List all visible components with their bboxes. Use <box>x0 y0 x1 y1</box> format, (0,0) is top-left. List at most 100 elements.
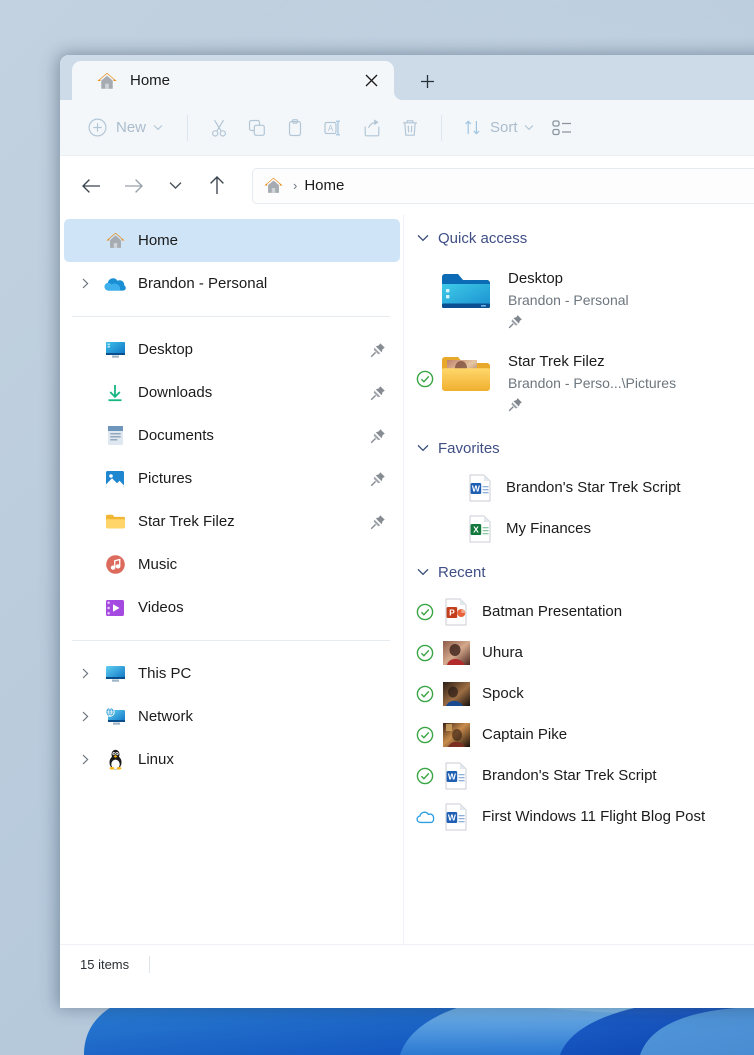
item-name: Batman Presentation <box>482 603 623 620</box>
item-name: Desktop <box>508 270 564 287</box>
window-body: Home Brandon - Personal Desktop Download… <box>60 215 754 944</box>
cut-button[interactable] <box>200 111 238 145</box>
sidebar-item-music[interactable]: Music <box>64 543 400 586</box>
sidebar-item-label: Home <box>138 232 179 249</box>
recent-item-captain-pike[interactable]: Captain Pike <box>404 714 754 755</box>
chevron-right-icon[interactable] <box>74 278 96 289</box>
pin-icon[interactable] <box>370 385 386 401</box>
recent-item-spock[interactable]: Spock <box>404 673 754 714</box>
close-icon[interactable] <box>356 66 386 96</box>
favorites-item-my-finances[interactable]: X My Finances <box>404 508 754 549</box>
navigation-pane: Home Brandon - Personal Desktop Download… <box>60 215 404 944</box>
forward-button[interactable] <box>116 169 150 203</box>
pin-icon[interactable] <box>508 314 523 329</box>
sidebar-item-label: Videos <box>138 599 184 616</box>
new-button[interactable]: New <box>78 111 175 145</box>
folder-icon <box>104 511 126 533</box>
breadcrumb[interactable]: › Home <box>252 167 754 204</box>
tab-title: Home <box>130 72 171 89</box>
group-header-recent[interactable]: Recent <box>404 555 754 589</box>
sidebar-item-pictures[interactable]: Pictures <box>64 457 400 500</box>
pin-icon[interactable] <box>370 514 386 530</box>
home-icon <box>264 177 283 193</box>
share-button[interactable] <box>353 111 391 145</box>
rename-button[interactable]: A <box>314 111 353 145</box>
tab-home[interactable]: Home <box>72 61 403 100</box>
view-button[interactable] <box>543 111 581 145</box>
sync-status-synced-icon <box>412 603 438 621</box>
up-button[interactable] <box>200 169 234 203</box>
sidebar-item-downloads[interactable]: Downloads <box>64 371 400 414</box>
quick-access-item-star-trek-filez[interactable]: Star Trek Filez Brandon - Perso...\Pictu… <box>404 340 754 423</box>
chevron-down-icon[interactable] <box>412 234 434 242</box>
sidebar-item-this-pc[interactable]: This PC <box>64 652 400 695</box>
sidebar-item-network[interactable]: Network <box>64 695 400 738</box>
chevron-down-icon[interactable] <box>412 568 434 576</box>
svg-text:W: W <box>448 812 457 822</box>
item-name: Uhura <box>482 644 523 661</box>
recent-locations-button[interactable] <box>158 169 192 203</box>
item-path: Brandon - Perso...\Pictures <box>508 375 677 391</box>
sync-status-synced-icon <box>412 644 438 662</box>
word-doc-icon: W <box>442 803 470 831</box>
quick-access-item-text: Star Trek Filez Brandon - Perso...\Pictu… <box>508 346 676 417</box>
scissors-icon <box>212 119 227 137</box>
recent-item-batman-presentation[interactable]: P Batman Presentation <box>404 591 754 632</box>
sidebar-item-desktop[interactable]: Desktop <box>64 328 400 371</box>
recent-item-star-trek-script[interactable]: W Brandon's Star Trek Script <box>404 755 754 796</box>
pin-icon[interactable] <box>370 471 386 487</box>
toolbar-divider <box>187 114 189 141</box>
quick-access-item-text: Desktop Brandon - Personal <box>508 263 629 334</box>
item-name: Star Trek Filez <box>508 353 605 370</box>
toolbar-divider-2 <box>441 114 443 141</box>
arrow-up-icon <box>210 176 224 194</box>
sidebar-item-label: Pictures <box>138 470 193 487</box>
group-header-quick-access[interactable]: Quick access <box>404 221 754 255</box>
new-tab-button[interactable] <box>412 66 442 96</box>
item-name: Brandon's Star Trek Script <box>506 479 681 496</box>
sidebar-item-documents[interactable]: Documents <box>64 414 400 457</box>
svg-text:P: P <box>449 607 455 617</box>
sync-status-cloud-only-icon <box>412 810 438 824</box>
sidebar-item-videos[interactable]: Videos <box>64 586 400 629</box>
network-icon <box>104 706 126 728</box>
sidebar-divider <box>72 316 390 317</box>
chevron-down-icon[interactable] <box>412 444 434 452</box>
group-title: Favorites <box>438 439 500 457</box>
sidebar-item-linux[interactable]: Linux <box>64 738 400 781</box>
sidebar-item-home[interactable]: Home <box>64 219 400 262</box>
photo-folder-icon <box>442 357 490 391</box>
music-note-icon <box>104 554 126 576</box>
item-name: Captain Pike <box>482 726 568 743</box>
recent-item-first-windows-11-flight-blog-post[interactable]: W First Windows 11 Flight Blog Post <box>404 796 754 837</box>
sync-status-synced-icon <box>412 767 438 785</box>
sidebar-item-brandon-personal[interactable]: Brandon - Personal <box>64 262 400 305</box>
home-icon <box>97 72 117 89</box>
item-name: Spock <box>482 685 524 702</box>
svg-text:A: A <box>328 123 334 132</box>
favorites-item-star-trek-script[interactable]: W Brandon's Star Trek Script <box>404 467 754 508</box>
sidebar-item-star-trek-filez[interactable]: Star Trek Filez <box>64 500 400 543</box>
pin-icon[interactable] <box>508 397 523 412</box>
this-pc-icon <box>104 663 126 685</box>
copy-icon <box>248 119 265 136</box>
group-header-favorites[interactable]: Favorites <box>404 431 754 465</box>
pin-icon[interactable] <box>370 428 386 444</box>
sort-button[interactable]: Sort <box>454 111 543 145</box>
paste-button[interactable] <box>276 111 314 145</box>
chevron-right-icon[interactable] <box>74 754 96 765</box>
pin-icon[interactable] <box>370 342 386 358</box>
sidebar-item-label: Downloads <box>138 384 213 401</box>
sidebar-item-label: Documents <box>138 427 214 444</box>
chevron-right-icon[interactable] <box>74 668 96 679</box>
recent-item-uhura[interactable]: Uhura <box>404 632 754 673</box>
powerpoint-doc-icon: P <box>442 598 470 626</box>
delete-button[interactable] <box>391 111 429 145</box>
back-button[interactable] <box>74 169 108 203</box>
sync-status-synced-icon <box>412 685 438 703</box>
copy-button[interactable] <box>238 111 276 145</box>
title-bar: Home <box>60 55 754 100</box>
sort-button-label: Sort <box>490 119 518 136</box>
quick-access-item-desktop[interactable]: Desktop Brandon - Personal <box>404 257 754 340</box>
chevron-right-icon[interactable] <box>74 711 96 722</box>
